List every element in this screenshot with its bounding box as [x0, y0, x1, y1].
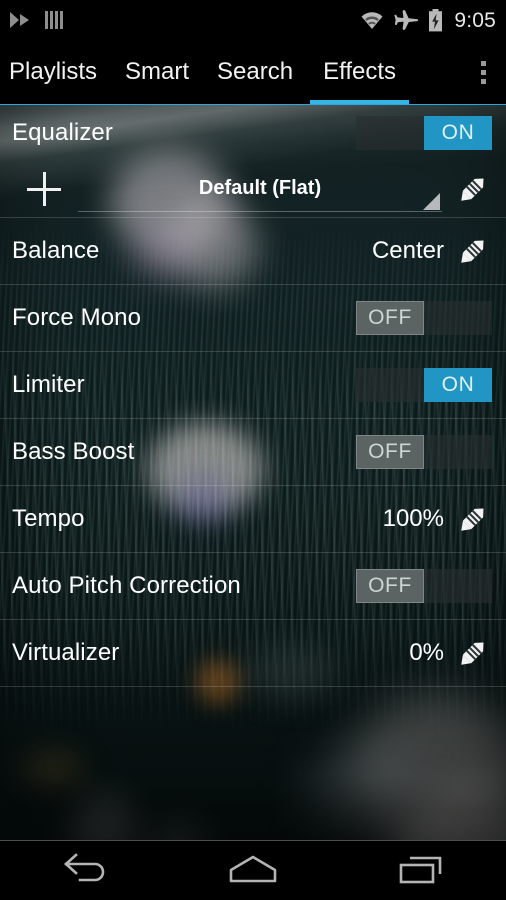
bass-boost-toggle-label: OFF	[356, 435, 424, 469]
nav-recents-button[interactable]	[337, 840, 506, 900]
chevron-down-icon	[423, 193, 440, 210]
status-bar-clock: 9:05	[454, 8, 496, 32]
system-navigation-bar	[0, 840, 506, 900]
row-auto-pitch-correction-label: Auto Pitch Correction	[12, 572, 241, 599]
row-tempo[interactable]: Tempo 100%	[0, 486, 506, 553]
tab-playlists[interactable]: Playlists	[0, 40, 111, 104]
row-bass-boost[interactable]: Bass Boost OFF	[0, 419, 506, 486]
nav-back-button[interactable]	[0, 840, 169, 900]
pencil-icon[interactable]	[454, 232, 492, 270]
row-equalizer-label: Equalizer	[12, 119, 113, 146]
row-virtualizer-value: 0%	[409, 639, 444, 666]
row-virtualizer-label: Virtualizer	[12, 639, 120, 666]
equalizer-bars-icon	[44, 9, 64, 31]
home-icon	[229, 855, 277, 883]
equalizer-toggle-label: ON	[424, 116, 492, 150]
tab-playlists-label: Playlists	[9, 58, 98, 85]
wifi-icon	[359, 10, 385, 30]
tab-search[interactable]: Search	[203, 40, 307, 104]
tab-smart-label: Smart	[125, 58, 190, 85]
row-equalizer[interactable]: Equalizer ON Default (Flat)	[0, 105, 506, 218]
row-limiter[interactable]: Limiter ON	[0, 352, 506, 419]
status-bar: 9:05	[0, 0, 506, 40]
force-mono-toggle[interactable]: OFF	[356, 301, 492, 335]
airplane-mode-icon	[394, 9, 419, 31]
tab-effects-label: Effects	[323, 58, 397, 85]
nav-bar-divider	[0, 840, 506, 841]
tab-bar: Playlists Smart Search Effects	[0, 40, 506, 104]
overflow-menu-button[interactable]	[460, 40, 506, 104]
overflow-dot-icon	[480, 69, 486, 75]
row-balance-value: Center	[371, 237, 444, 264]
recent-apps-icon	[399, 856, 441, 884]
row-force-mono-label: Force Mono	[12, 304, 142, 331]
row-balance[interactable]: Balance Center	[0, 218, 506, 285]
row-tempo-value: 100%	[382, 505, 444, 532]
tab-effects[interactable]: Effects	[307, 40, 412, 104]
force-mono-toggle-label: OFF	[356, 301, 424, 335]
row-tempo-label: Tempo	[12, 505, 85, 532]
equalizer-toggle[interactable]: ON	[356, 116, 492, 150]
row-virtualizer[interactable]: Virtualizer 0%	[0, 620, 506, 687]
pencil-icon[interactable]	[454, 634, 492, 672]
row-auto-pitch-correction[interactable]: Auto Pitch Correction OFF	[0, 553, 506, 620]
tab-search-label: Search	[217, 58, 294, 85]
tab-indicator	[310, 100, 410, 104]
row-balance-label: Balance	[12, 237, 100, 264]
tab-smart[interactable]: Smart	[111, 40, 203, 104]
row-limiter-label: Limiter	[12, 371, 85, 398]
auto-pitch-correction-toggle-label: OFF	[356, 569, 424, 603]
pencil-icon[interactable]	[454, 170, 492, 208]
overflow-dot-icon	[480, 60, 486, 66]
battery-charging-icon	[428, 8, 443, 32]
auto-pitch-correction-toggle[interactable]: OFF	[356, 569, 492, 603]
equalizer-preset-label: Default (Flat)	[198, 177, 322, 199]
equalizer-preset-spinner[interactable]: Default (Flat)	[78, 166, 442, 212]
pencil-icon[interactable]	[454, 500, 492, 538]
row-force-mono[interactable]: Force Mono OFF	[0, 285, 506, 352]
limiter-toggle[interactable]: ON	[356, 368, 492, 402]
add-preset-button[interactable]	[22, 167, 66, 211]
nav-home-button[interactable]	[169, 840, 338, 900]
phone-screen: 9:05 Playlists Smart Search Effects Equa…	[0, 0, 506, 900]
limiter-toggle-label: ON	[424, 368, 492, 402]
overflow-dot-icon	[480, 78, 486, 84]
bass-boost-toggle[interactable]: OFF	[356, 435, 492, 469]
row-bass-boost-label: Bass Boost	[12, 438, 135, 465]
bluetooth-audio-icon	[8, 9, 32, 31]
effects-list: Equalizer ON Default (Flat) Balance Cent…	[0, 105, 506, 687]
back-icon	[64, 853, 105, 882]
